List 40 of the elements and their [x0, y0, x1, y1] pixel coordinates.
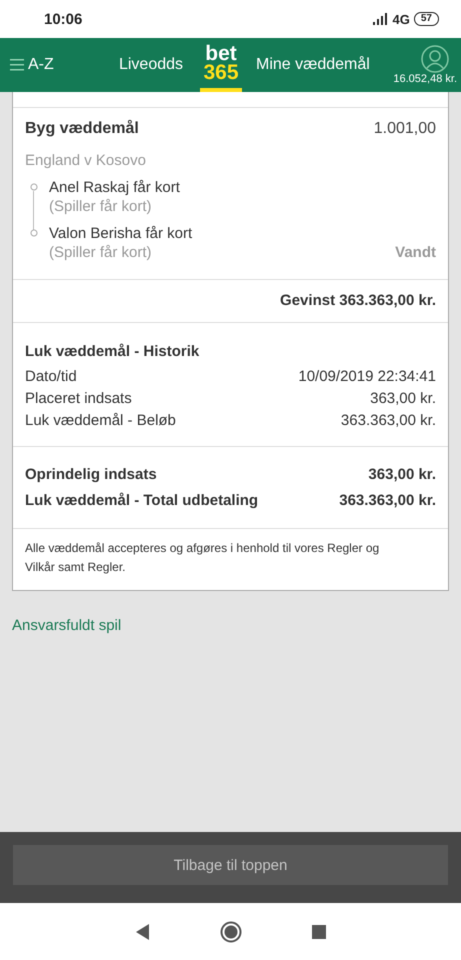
account-icon[interactable]: [421, 45, 449, 73]
home-icon[interactable]: [220, 920, 242, 942]
detail-value: 363,00 kr.: [370, 389, 436, 409]
recents-icon[interactable]: [312, 924, 326, 938]
bet-type: Byg væddemål: [25, 120, 139, 138]
selection-name: Valon Berisha får kort: [49, 225, 194, 242]
nav-link[interactable]: Liveodds: [102, 56, 200, 74]
back-icon[interactable]: [136, 924, 150, 940]
total-label: Oprindelig indsats: [25, 465, 157, 485]
network-type: 4G: [392, 12, 410, 26]
clock: 10:06: [44, 10, 82, 28]
logo-text: 365: [203, 63, 239, 82]
terms-text: Alle væddemål accepteres og afgøres i henhold til vores Regler og Vilkår samt Regler.: [24, 540, 380, 576]
leg-result: Vandt: [395, 244, 436, 261]
market-name: (Spiller får kort): [49, 244, 152, 261]
event-name: England v Kosovo: [25, 152, 147, 169]
battery-level: 57: [414, 12, 439, 26]
total-value: 363,00 kr.: [368, 465, 436, 485]
menu-icon: [10, 59, 24, 71]
menu-button[interactable]: A-Z: [10, 56, 102, 74]
detail-label: Dato/tid: [25, 367, 77, 387]
section-title: Luk væddemål - Historik: [25, 343, 200, 360]
market-name: (Spiller får kort): [49, 198, 152, 215]
detail-value: 10/09/2019 22:34:41: [298, 367, 436, 387]
back-to-top-button[interactable]: Tilbage til toppen: [13, 845, 448, 885]
total-value: 363.363,00 kr.: [339, 491, 436, 511]
account-balance: 16.052,48 kr.: [393, 73, 457, 85]
detail-label: Luk væddemål - Beløb: [25, 411, 176, 431]
leg-marker-icon: [30, 183, 38, 191]
detail-label: Placeret indsats: [25, 389, 132, 409]
leg-marker-icon: [30, 229, 38, 237]
winnings-text: Gevinst 363.363,00 kr.: [279, 291, 436, 311]
total-label: Luk væddemål - Total udbetaling: [25, 491, 258, 511]
bet-odds: 1.001,00: [374, 120, 436, 138]
detail-value: 363.363,00 kr.: [340, 411, 436, 431]
logo-text: bet: [205, 44, 237, 63]
selection-name: Anel Raskaj får kort: [49, 179, 181, 196]
responsible-gaming-link[interactable]: Ansvarsfuldt spil: [12, 617, 122, 634]
nav-link[interactable]: Mine væddemål: [256, 56, 370, 74]
signal-icon: [372, 13, 389, 25]
